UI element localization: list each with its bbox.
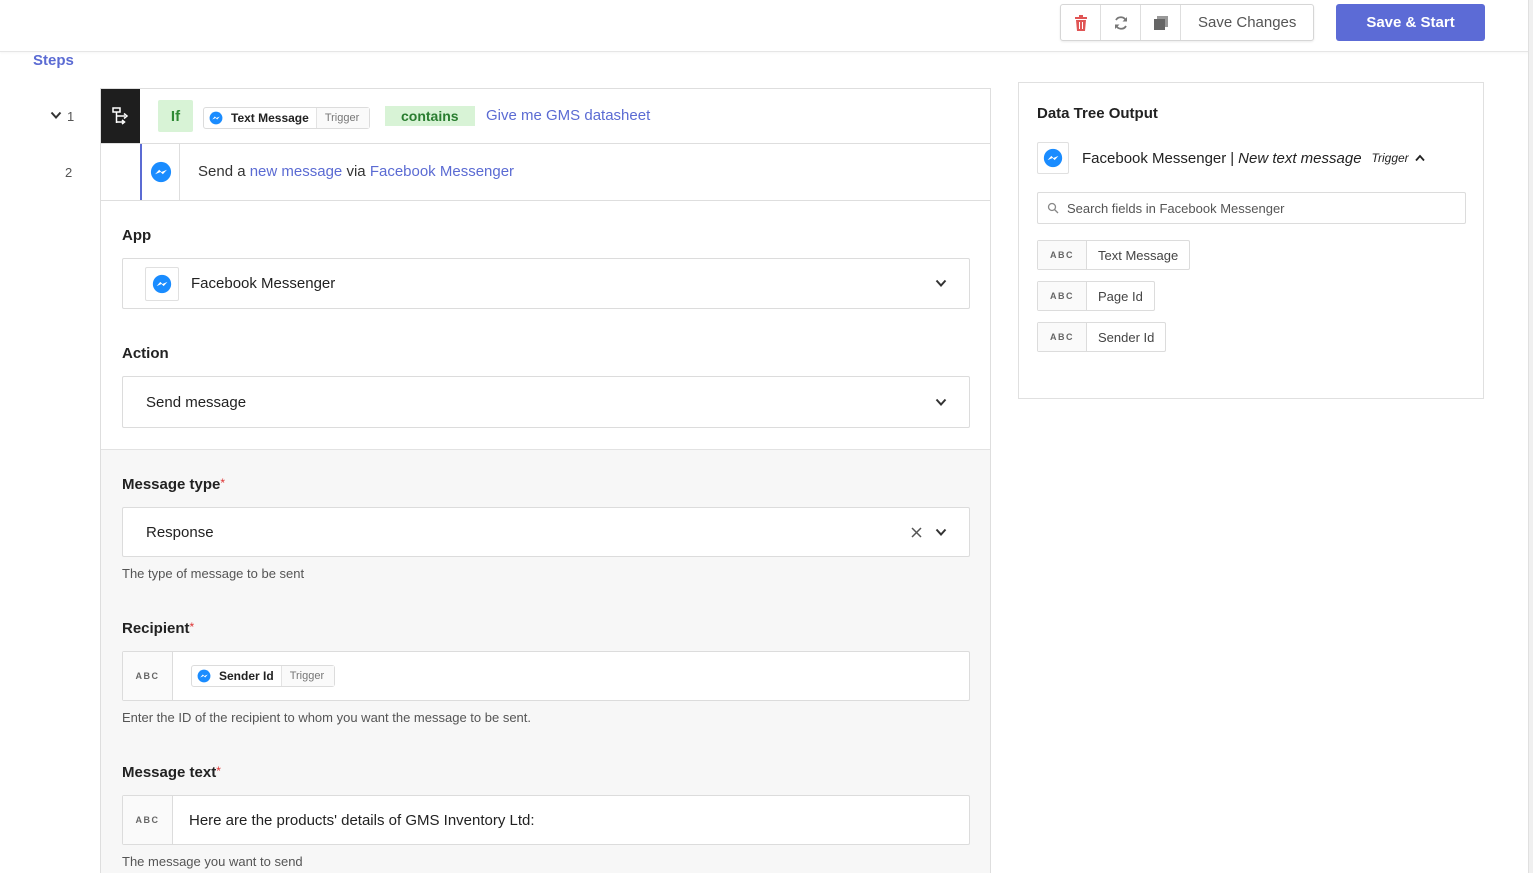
branch-icon-box <box>101 89 140 143</box>
messenger-icon <box>150 161 171 183</box>
refresh-button[interactable] <box>1101 5 1141 40</box>
chip-label: Text Message <box>231 111 309 125</box>
branch-icon <box>111 107 128 125</box>
step-condition-row[interactable]: If Text Message Trigger contains Give me… <box>100 88 991 144</box>
step-number-2: 2 <box>65 165 73 180</box>
message-text-label: Message text* <box>122 764 221 781</box>
search-fields-input[interactable]: Search fields in Facebook Messenger <box>1037 192 1466 224</box>
collapse-chevron-icon[interactable] <box>50 111 62 120</box>
type-badge: ABC <box>123 796 173 844</box>
field-name: Page Id <box>1098 288 1143 304</box>
step-description: Send a new message via Facebook Messenge… <box>198 163 514 180</box>
top-toolbar: Save Changes Save & Start <box>0 0 1533 52</box>
app-select-value: Facebook Messenger <box>191 275 336 292</box>
messenger-icon <box>197 669 211 683</box>
message-type-value: Response <box>146 523 214 541</box>
clear-icon[interactable] <box>911 527 922 538</box>
save-and-start-button[interactable]: Save & Start <box>1336 4 1485 41</box>
text-message-chip[interactable]: Text Message Trigger <box>203 107 371 129</box>
type-badge: ABC <box>123 652 173 700</box>
data-tree-panel: Data Tree Output Facebook Messenger | Ne… <box>1018 82 1484 399</box>
copy-button[interactable] <box>1141 5 1181 40</box>
step-number-1: 1 <box>67 109 75 124</box>
operator-badge: contains <box>385 106 475 126</box>
message-type-select[interactable]: Response <box>122 507 970 557</box>
action-fields-section: Message type* Response The type of messa… <box>101 449 990 873</box>
step-action-row[interactable]: Send a new message via Facebook Messenge… <box>100 144 991 201</box>
field-name: Text Message <box>1098 247 1179 263</box>
messenger-icon <box>209 111 223 125</box>
data-tree-title: Data Tree Output <box>1037 105 1158 122</box>
app-label: App <box>122 227 152 244</box>
delete-button[interactable] <box>1061 5 1101 40</box>
app-icon-box <box>145 266 179 301</box>
app-select[interactable]: Facebook Messenger <box>122 258 970 309</box>
data-field-chip[interactable]: ABC Page Id <box>1037 281 1155 311</box>
steps-title: Steps <box>33 52 74 69</box>
message-text-hint: The message you want to send <box>122 854 303 869</box>
step-config-panel: App Facebook Messenger Action Send messa… <box>100 201 991 873</box>
source-tag: Trigger <box>1371 151 1409 165</box>
chevron-down-icon <box>935 279 947 287</box>
chevron-down-icon <box>935 398 947 406</box>
chip-tag: Trigger <box>316 108 370 128</box>
data-tree-source[interactable]: Facebook Messenger | New text message Tr… <box>1037 142 1425 174</box>
recipient-input[interactable]: ABC Sender Id Trigger <box>122 651 970 701</box>
search-icon <box>1047 202 1059 214</box>
search-placeholder: Search fields in Facebook Messenger <box>1067 200 1285 216</box>
chevron-up-icon[interactable] <box>1414 154 1425 162</box>
message-type-hint: The type of message to be sent <box>122 566 305 581</box>
desc-via: via <box>346 163 366 180</box>
desc-app-link[interactable]: Facebook Messenger <box>370 163 514 180</box>
trash-icon <box>1074 14 1087 31</box>
app-icon-box <box>142 144 180 200</box>
sender-id-chip[interactable]: Sender Id Trigger <box>191 665 336 687</box>
chip-tag: Trigger <box>281 666 335 686</box>
action-select[interactable]: Send message <box>122 376 970 428</box>
if-badge: If <box>158 100 193 132</box>
chip-label: Sender Id <box>219 669 274 683</box>
recipient-hint: Enter the ID of the recipient to whom yo… <box>122 710 532 725</box>
desc-action-link[interactable]: new message <box>250 163 343 180</box>
data-field-chip[interactable]: ABC Sender Id <box>1037 322 1167 352</box>
message-type-label: Message type* <box>122 476 226 493</box>
type-badge: ABC <box>1038 323 1087 351</box>
toolbar-button-group: Save Changes <box>1060 4 1315 41</box>
condition-value[interactable]: Give me GMS datasheet <box>486 107 650 124</box>
type-badge: ABC <box>1038 241 1087 269</box>
page-scrollbar[interactable] <box>1528 0 1533 873</box>
refresh-icon <box>1114 15 1127 30</box>
desc-prefix: Send a <box>198 163 246 180</box>
save-changes-button[interactable]: Save Changes <box>1181 5 1313 40</box>
action-select-value: Send message <box>146 393 247 411</box>
source-separator: | <box>1230 149 1235 167</box>
message-text-value: Here are the products' details of GMS In… <box>189 811 535 829</box>
messenger-icon <box>152 274 172 293</box>
field-name: Sender Id <box>1098 329 1155 345</box>
messenger-icon <box>1043 148 1063 168</box>
source-app: Facebook Messenger <box>1082 149 1227 167</box>
app-icon-box <box>1037 142 1069 174</box>
message-text-input[interactable]: ABC Here are the products' details of GM… <box>122 795 970 845</box>
type-badge: ABC <box>1038 282 1087 310</box>
recipient-label: Recipient* <box>122 620 195 637</box>
action-label: Action <box>122 345 169 362</box>
source-event: New text message <box>1238 149 1362 167</box>
data-field-chip[interactable]: ABC Text Message <box>1037 240 1191 270</box>
chevron-down-icon[interactable] <box>935 528 947 537</box>
copy-icon <box>1153 15 1168 30</box>
